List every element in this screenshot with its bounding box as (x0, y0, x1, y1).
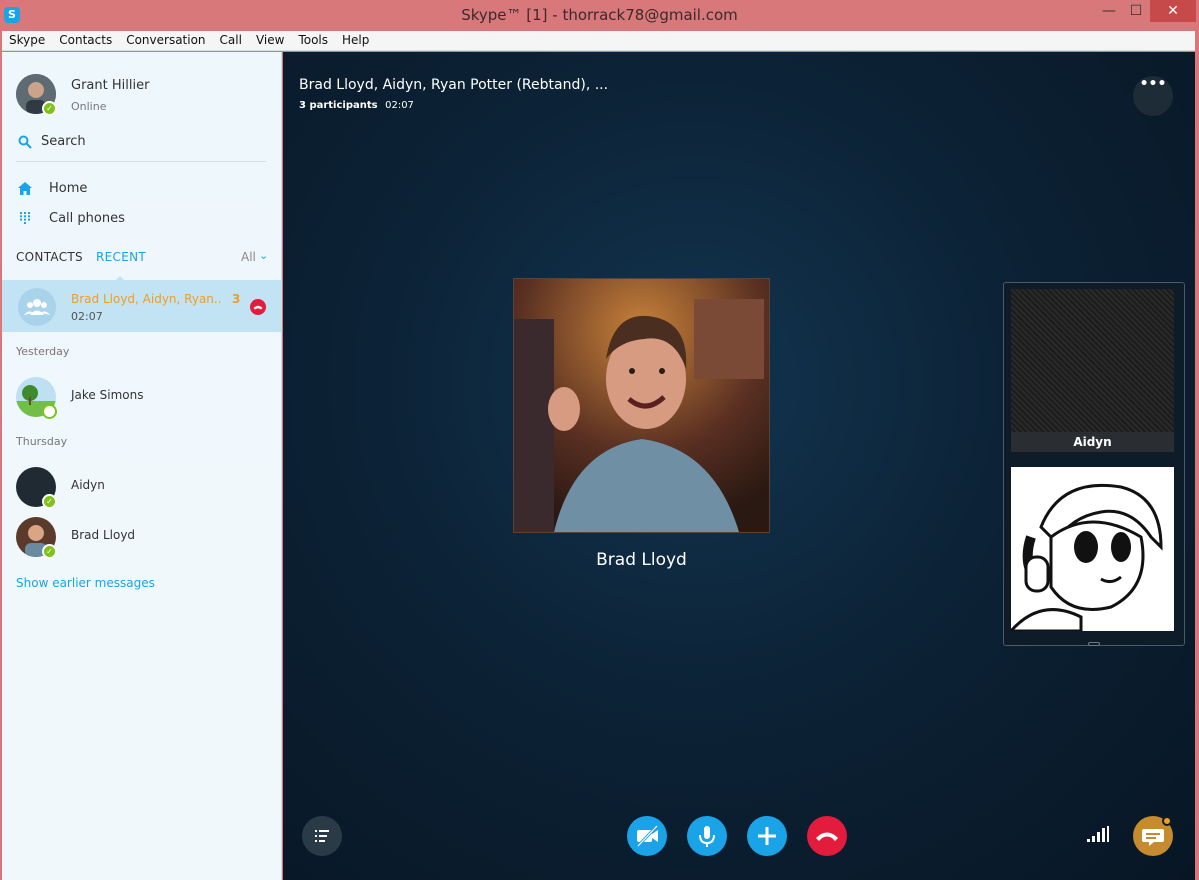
close-button[interactable]: ✕ (1150, 0, 1196, 22)
participant-tile-ryan-potter[interactable] (1011, 467, 1174, 631)
participant-count: 3 participants (299, 100, 378, 111)
contact-name: Jake Simons (71, 388, 144, 402)
panel-resize-handle[interactable] (1088, 642, 1100, 646)
group-avatar (18, 288, 56, 326)
sidebar: ✓ Grant Hillier Online Search Home Call … (2, 52, 282, 880)
contact-row-aidyn[interactable]: ✓ Aidyn (2, 464, 281, 510)
profile-online-status-icon: ✓ (42, 101, 57, 116)
main-speaker-video[interactable] (513, 278, 770, 533)
show-conversation-button[interactable] (1133, 816, 1173, 856)
window-title: Skype™ [1] - thorrack78@gmail.com (461, 6, 738, 24)
more-options-button[interactable]: ••• (1133, 76, 1173, 116)
section-label-yesterday: Yesterday (16, 345, 70, 358)
chevron-down-icon[interactable]: ⌄ (259, 249, 268, 262)
plus-icon (758, 827, 776, 845)
title-bar: S Skype™ [1] - thorrack78@gmail.com — ☐ … (0, 0, 1199, 31)
minimize-button[interactable]: — (1096, 0, 1122, 22)
menu-help[interactable]: Help (335, 31, 376, 50)
search-label: Search (41, 134, 86, 149)
tab-recent[interactable]: RECENT (96, 250, 146, 264)
contact-row-jake-simons[interactable]: Jake Simons (2, 374, 281, 420)
profile-name[interactable]: Grant Hillier (71, 78, 149, 93)
call-area: Brad Lloyd, Aidyn, Ryan Potter (Rebtand)… (283, 52, 1195, 880)
search-icon (18, 135, 32, 149)
recent-conversation-active[interactable]: Brad Lloyd, Aidyn, Ryan... 02:07 3 (2, 280, 281, 332)
menu-bar: Skype Contacts Conversation Call View To… (2, 31, 1195, 51)
tab-contacts[interactable]: CONTACTS (16, 250, 83, 264)
call-subtitle: 3 participants 02:07 (299, 100, 414, 111)
filter-dropdown[interactable]: All (241, 250, 256, 264)
online-status-icon: ✓ (42, 544, 57, 559)
mute-button[interactable] (687, 816, 727, 856)
list-icon (315, 830, 329, 842)
home-icon (18, 182, 32, 195)
away-status-icon (42, 404, 57, 419)
hang-up-icon[interactable] (250, 299, 266, 315)
maximize-button[interactable]: ☐ (1123, 0, 1149, 22)
notification-dot (1162, 816, 1172, 826)
hang-up-glyph (253, 305, 263, 310)
nav-home[interactable]: Home (16, 178, 266, 200)
conversation-time: 02:07 (71, 310, 103, 323)
menu-view[interactable]: View (249, 31, 291, 50)
menu-contacts[interactable]: Contacts (52, 31, 119, 50)
add-participant-button[interactable] (747, 816, 787, 856)
participant-tile-label: Aidyn (1011, 432, 1174, 452)
nav-home-label: Home (49, 181, 88, 196)
video-off-icon (636, 824, 659, 848)
search-button[interactable]: Search (16, 132, 266, 152)
end-call-button[interactable] (807, 816, 847, 856)
menu-tools[interactable]: Tools (291, 31, 335, 50)
speaker-name: Brad Lloyd (596, 550, 687, 570)
cartoon-avatar (1011, 467, 1174, 631)
call-duration: 02:07 (385, 100, 414, 111)
menu-skype[interactable]: Skype (2, 31, 52, 50)
menu-conversation[interactable]: Conversation (119, 31, 212, 50)
profile-status[interactable]: Online (71, 100, 106, 113)
nav-call-phones[interactable]: Call phones (16, 208, 266, 230)
conversation-participant-count: 3 (232, 292, 241, 306)
contact-row-brad-lloyd[interactable]: ✓ Brad Lloyd (2, 514, 281, 560)
call-quality-icon[interactable] (1087, 826, 1109, 842)
conversation-name: Brad Lloyd, Aidyn, Ryan... (71, 292, 221, 306)
show-earlier-messages-link[interactable]: Show earlier messages (16, 576, 155, 590)
participant-list-button[interactable] (302, 816, 342, 856)
participant-tile-aidyn[interactable]: Aidyn (1011, 289, 1174, 452)
dialpad-icon (20, 212, 30, 224)
online-status-icon: ✓ (42, 494, 57, 509)
microphone-icon (699, 826, 715, 847)
speaker-photo (514, 279, 769, 532)
hang-up-icon (816, 832, 838, 841)
video-toggle-button[interactable] (627, 816, 667, 856)
contact-name: Brad Lloyd (71, 528, 136, 542)
section-label-thursday: Thursday (16, 435, 68, 448)
divider (16, 161, 266, 162)
call-title[interactable]: Brad Lloyd, Aidyn, Ryan Potter (Rebtand)… (299, 77, 608, 93)
menu-call[interactable]: Call (213, 31, 249, 50)
participant-panel: Aidyn (1003, 282, 1185, 646)
nav-call-phones-label: Call phones (49, 211, 125, 226)
contact-name: Aidyn (71, 478, 105, 492)
group-icon (24, 299, 50, 315)
